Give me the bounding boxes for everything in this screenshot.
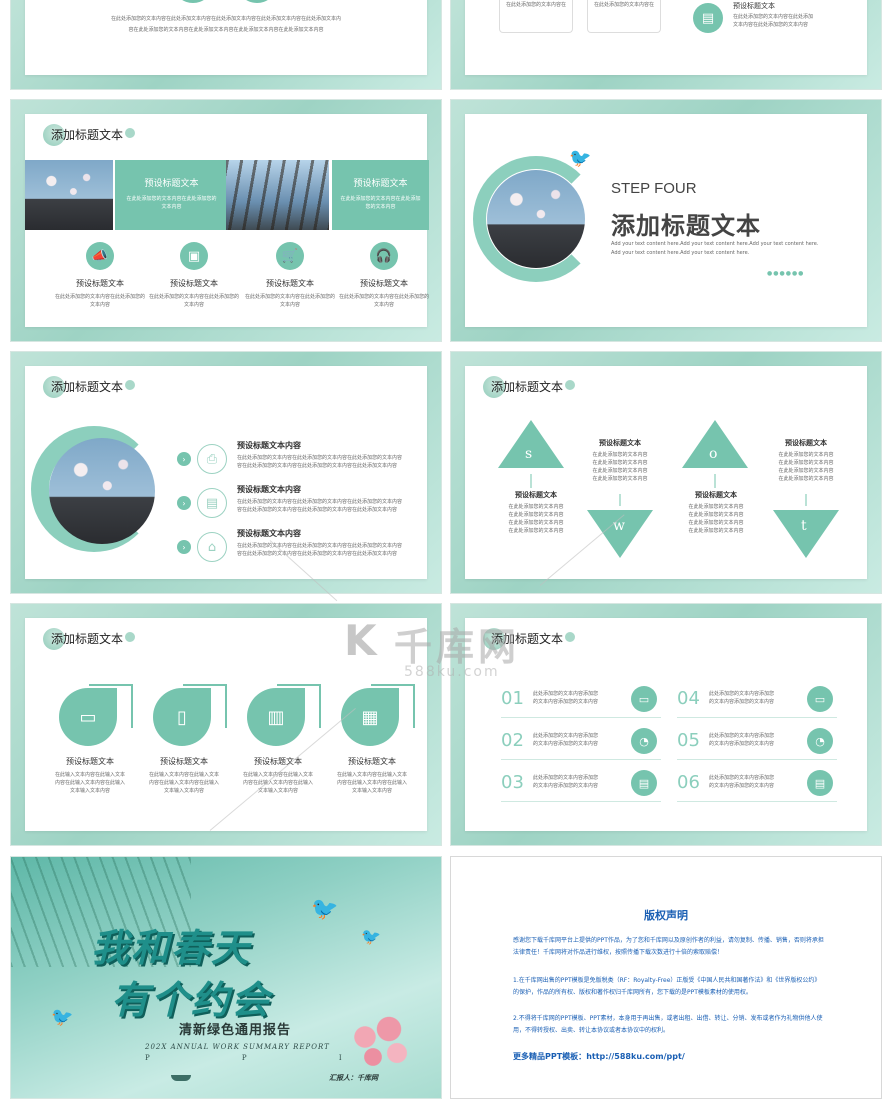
bar-chart-icon: ▥ bbox=[247, 688, 305, 746]
cover-subtitle: 清新绿色通用报告 bbox=[179, 1023, 292, 1038]
blossom-circle-photo bbox=[487, 170, 585, 268]
copyright-paragraph: 2.不得将千库网的PPT模板、PPT素材，本身用于再出售，或者出租、出借、转让、… bbox=[513, 1015, 823, 1034]
feature-item: ▦ 预设标题文本 在此输入文本内容在此输入文本 内容在此输入文本内容在此输入 文… bbox=[327, 684, 417, 795]
blossom-photo bbox=[25, 160, 113, 230]
teal-panel: 预设标题文本 在此处添加您的文本内容在此处添加您的文本内容 bbox=[332, 160, 429, 230]
slide-10-thumbnail[interactable]: 版权声明 感谢您下载千库网平台上提供的PPT作品，为了您和千库网以及原创作者的利… bbox=[450, 856, 882, 1099]
header-dot-small bbox=[125, 632, 135, 642]
swallow-icon: 🐦 bbox=[51, 1007, 74, 1028]
swallow-icon: 🐦 bbox=[361, 927, 381, 946]
calendar-icon: ▦ bbox=[341, 688, 399, 746]
chevron-right-icon: › bbox=[177, 540, 191, 554]
more-templates-link[interactable]: http://588ku.com/ppt/ bbox=[586, 1052, 685, 1061]
list-item: 预设标题文本内容 在此处添加您的文本内容在此处添加您的文本内容在此处添加您的文本… bbox=[237, 485, 403, 513]
header-dot-small bbox=[125, 128, 135, 138]
step-label: STEP FOUR bbox=[611, 180, 697, 197]
boat-icon bbox=[171, 1075, 191, 1081]
alarm-icon: ◔ bbox=[807, 728, 833, 754]
numbered-item: 04 此处添加您的文本内容添加您 的文本内容添加您的文本内容 ▭ bbox=[677, 684, 837, 718]
feature-item: 📣 预设标题文本 在此处添加您的文本内容在此处添加您的文本内容 bbox=[55, 242, 145, 309]
slide-2-thumbnail[interactable]: 在此处添加您的文本内容在 在此处添加您的文本内容在 ▤ 预设标题文本 在此处添加… bbox=[450, 0, 882, 90]
feature-item: ▯ 预设标题文本 在此输入文本内容在此输入文本 内容在此输入文本内容在此输入 文… bbox=[139, 684, 229, 795]
header-dot-small bbox=[125, 380, 135, 390]
document-icon: ▤ bbox=[693, 3, 723, 33]
list-item: 预设标题文本内容 在此处添加您的文本内容在此处添加您的文本内容在此处添加您的文本… bbox=[237, 529, 403, 557]
header-dot-small bbox=[565, 632, 575, 642]
feature-item: ▥ 预设标题文本 在此输入文本内容在此输入文本 内容在此输入文本内容在此输入 文… bbox=[233, 684, 323, 795]
body-text: 在此处添加您的文本内容在此处添加文本内容在此处添加文本内容在此处添加文本内容在此… bbox=[110, 16, 341, 22]
slide-7-thumbnail[interactable]: 添加标题文本 ▭ 预设标题文本 在此输入文本内容在此输入文本 内容在此输入文本内… bbox=[10, 603, 442, 846]
cover-title-line1: 我和春天 bbox=[91, 926, 252, 970]
cart-icon: 🛒 bbox=[276, 242, 304, 270]
circle-decoration bbox=[239, 0, 275, 3]
cover-letters: P P I bbox=[145, 1054, 342, 1062]
headphones-icon: 🎧 bbox=[370, 242, 398, 270]
monitor-icon: ▭ bbox=[59, 688, 117, 746]
swot-letter-s: s bbox=[525, 446, 533, 462]
copyright-paragraph: 感谢您下载千库网平台上提供的PPT作品，为了您和千库网以及原创作者的利益，请勿复… bbox=[513, 937, 824, 956]
slide-title: 添加标题文本 bbox=[51, 128, 124, 142]
copyright-title: 版权声明 bbox=[644, 909, 688, 922]
numbered-item: 03 此处添加您的文本内容添加您 的文本内容添加您的文本内容 ▤ bbox=[501, 768, 661, 802]
laptop-icon: ▭ bbox=[631, 686, 657, 712]
more-templates-label: 更多精品PPT模板： bbox=[513, 1052, 587, 1061]
swot-block: 预设标题文本 在此处添加您的文本内容 在此处添加您的文本内容 在此处添加您的文本… bbox=[592, 439, 648, 482]
slide-9-thumbnail[interactable]: 🐦 🐦 🐦 我和春天 有个约会 清新绿色通用报告 202X ANNUAL WOR… bbox=[10, 856, 442, 1099]
chevron-right-icon: › bbox=[177, 452, 191, 466]
slide-3-thumbnail[interactable]: 添加标题文本 预设标题文本 在此处添加您的文本内容在此处添加您的文本内容 预设标… bbox=[10, 99, 442, 342]
swallow-icon: 🐦 bbox=[311, 897, 339, 922]
slide-8-thumbnail[interactable]: 添加标题文本 01 此处添加您的文本内容添加您 的文本内容添加您的文本内容 ▭ … bbox=[450, 603, 882, 846]
list-item: 预设标题文本内容 在此处添加您的文本内容在此处添加您的文本内容在此处添加您的文本… bbox=[237, 441, 403, 469]
feature-item: ▭ 预设标题文本 在此输入文本内容在此输入文本 内容在此输入文本内容在此输入 文… bbox=[45, 684, 135, 795]
swot-block: 预设标题文本 在此处添加您的文本内容 在此处添加您的文本内容 在此处添加您的文本… bbox=[688, 491, 744, 534]
copyright-paragraph: 1.在千库网出售的PPT模板是免版税类（RF：Royalty-Free）正版受《… bbox=[513, 977, 821, 996]
pager-dots: ●●●●●● bbox=[767, 270, 805, 277]
numbered-item: 02 此处添加您的文本内容添加您 的文本内容添加您的文本内容 ◔ bbox=[501, 726, 661, 760]
text-card: 在此处添加您的文本内容在 bbox=[587, 0, 661, 33]
document-icon: ▤ bbox=[197, 488, 227, 518]
swallow-icon: 🐦 bbox=[569, 148, 592, 169]
alarm-icon: ◔ bbox=[631, 728, 657, 754]
numbered-item: 06 此处添加您的文本内容添加您 的文本内容添加您的文本内容 ▤ bbox=[677, 768, 837, 802]
slide-6-thumbnail[interactable]: 添加标题文本 s w o t 预设标题文本 在此处添加您的文本内容 在此处添加您… bbox=[450, 351, 882, 594]
slide-title: 添加标题文本 bbox=[611, 212, 761, 240]
slide-title: 添加标题文本 bbox=[51, 380, 124, 394]
feature-item: 🛒 预设标题文本 在此处添加您的文本内容在此处添加您的文本内容 bbox=[245, 242, 335, 309]
slide-4-thumbnail[interactable]: 🐦 STEP FOUR 添加标题文本 Add your text content… bbox=[450, 99, 882, 342]
slide-1-thumbnail[interactable]: 在此处添加您的文本内容在此处添加文本内容在此处添加文本内容在此处添加文本内容在此… bbox=[10, 0, 442, 90]
feature-item: 🎧 预设标题文本 在此处添加您的文本内容在此处添加您的文本内容 bbox=[339, 242, 429, 309]
forest-photo bbox=[226, 160, 329, 230]
numbered-item: 05 此处添加您的文本内容添加您 的文本内容添加您的文本内容 ◔ bbox=[677, 726, 837, 760]
slide-5-thumbnail[interactable]: 添加标题文本 › › › ⎙ ▤ ⌂ 预设标题文本内容 在此处添加您的文本内容在… bbox=[10, 351, 442, 594]
circle-decoration bbox=[175, 0, 211, 3]
more-templates: 更多精品PPT模板：http://588ku.com/ppt/ bbox=[513, 1051, 685, 1062]
swot-block: 预设标题文本 在此处添加您的文本内容 在此处添加您的文本内容 在此处添加您的文本… bbox=[778, 439, 834, 482]
laptop-icon: ▭ bbox=[807, 686, 833, 712]
doc-icon: ▤ bbox=[631, 770, 657, 796]
slide-title: 添加标题文本 bbox=[51, 632, 124, 646]
printer-icon: ⎙ bbox=[197, 444, 227, 474]
swot-letter-t: t bbox=[801, 518, 807, 534]
blossom-tree-illustration bbox=[341, 1005, 421, 1085]
chevron-right-icon: › bbox=[177, 496, 191, 510]
slide-title: 添加标题文本 bbox=[491, 632, 564, 646]
numbered-item: 01 此处添加您的文本内容添加您 的文本内容添加您的文本内容 ▭ bbox=[501, 684, 661, 718]
teal-panel: 预设标题文本 在此处添加您的文本内容在此处添加您的文本内容 bbox=[115, 160, 228, 230]
phone-icon: ▯ bbox=[153, 688, 211, 746]
cover-title-line2: 有个约会 bbox=[111, 978, 272, 1022]
body-text: 容在此处添加您的文本内容在此处添加文本内容在此处添加文本内容在此处添加文本内容 bbox=[128, 27, 324, 33]
item-title: 预设标题文本 bbox=[733, 2, 775, 10]
shopping-bag-icon: ▣ bbox=[180, 242, 208, 270]
feature-item: ▣ 预设标题文本 在此处添加您的文本内容在此处添加您的文本内容 bbox=[149, 242, 239, 309]
text-card: 在此处添加您的文本内容在 bbox=[499, 0, 573, 33]
megaphone-icon: 📣 bbox=[86, 242, 114, 270]
doc-icon: ▤ bbox=[807, 770, 833, 796]
swot-letter-o: o bbox=[709, 446, 718, 462]
blossom-circle-photo bbox=[49, 438, 155, 544]
swot-block: 预设标题文本 在此处添加您的文本内容 在此处添加您的文本内容 在此处添加您的文本… bbox=[508, 491, 564, 534]
house-icon: ⌂ bbox=[197, 532, 227, 562]
cover-english: 202X ANNUAL WORK SUMMARY REPORT bbox=[145, 1043, 330, 1051]
